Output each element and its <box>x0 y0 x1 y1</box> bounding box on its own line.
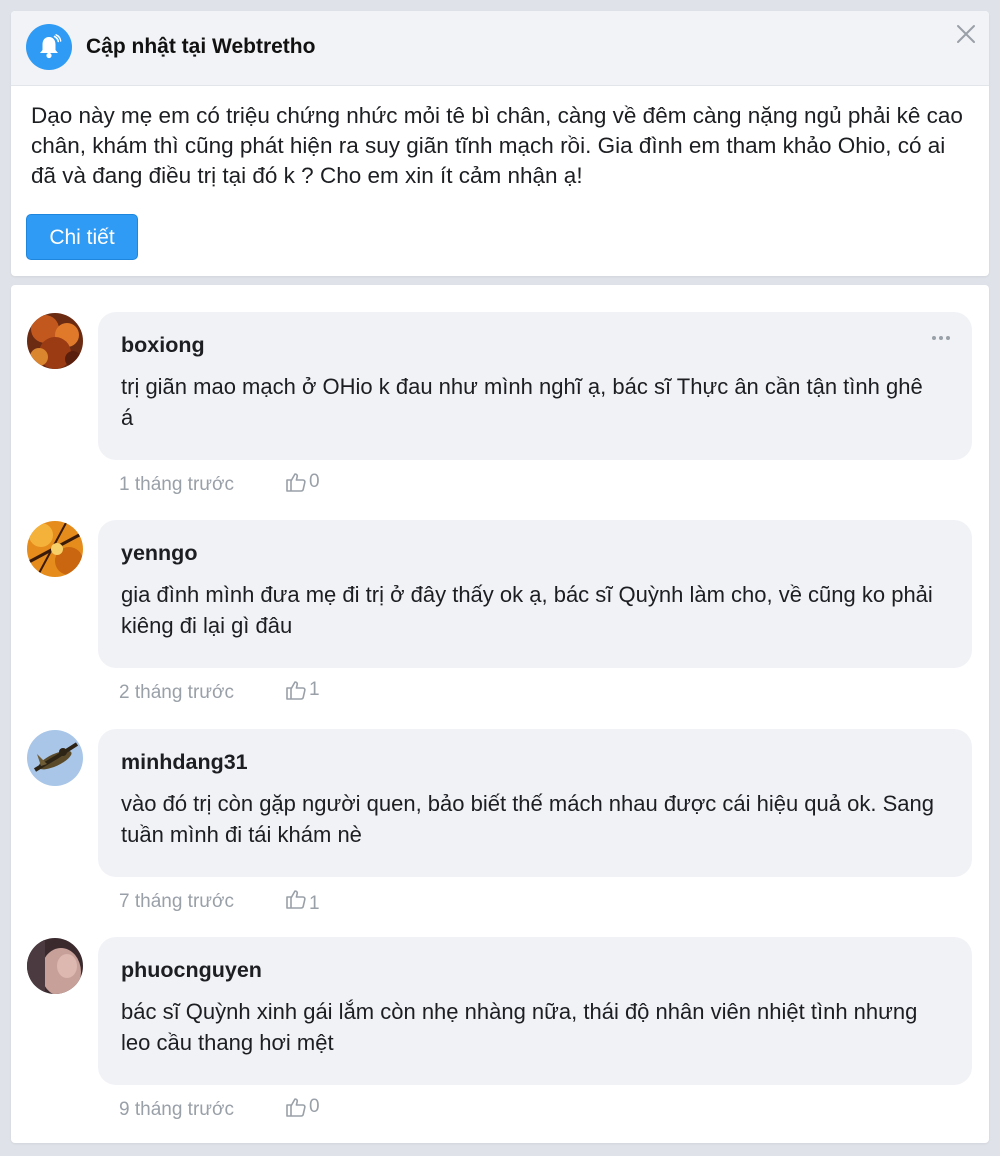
comment-text: trị giãn mao mạch ở OHio k đau như mình … <box>121 374 923 430</box>
comment-username[interactable]: phuocnguyen <box>121 958 262 983</box>
comment-username[interactable]: yenngo <box>121 541 197 566</box>
comment-text: bác sĩ Quỳnh xinh gái lắm còn nhẹ nhàng … <box>121 999 918 1055</box>
comment-time: 9 tháng trước <box>119 1099 234 1120</box>
notification-title: Cập nhật tại Webtretho <box>86 35 316 58</box>
more-options-icon[interactable] <box>932 336 950 340</box>
like-count: 1 <box>309 893 320 914</box>
notification-card: Cập nhật tại Webtretho Dạo này mẹ em có … <box>11 11 989 276</box>
comment-time: 2 tháng trước <box>119 682 234 703</box>
comment-bubble: phuocnguyen bác sĩ Quỳnh xinh gái lắm cò… <box>98 937 972 1085</box>
like-button[interactable]: 1 <box>285 888 320 914</box>
thumbs-up-icon <box>286 890 306 909</box>
comment-bubble: yenngo gia đình mình đưa mẹ đi trị ở đây… <box>98 520 972 668</box>
avatar[interactable] <box>27 521 83 577</box>
like-button[interactable]: 1 <box>285 679 320 701</box>
detail-button[interactable]: Chi tiết <box>26 214 138 260</box>
thumbs-up-icon <box>286 1098 306 1117</box>
comment-bubble: boxiong trị giãn mao mạch ở OHio k đau n… <box>98 312 972 460</box>
close-icon[interactable] <box>955 23 977 45</box>
avatar[interactable] <box>27 313 83 369</box>
comment-bubble: minhdang31 vào đó trị còn gặp người quen… <box>98 729 972 877</box>
comment-text: gia đình mình đưa mẹ đi trị ở đây thấy o… <box>121 582 933 638</box>
comments-list: boxiong trị giãn mao mạch ở OHio k đau n… <box>11 285 989 1143</box>
comment-text: vào đó trị còn gặp người quen, bảo biết … <box>121 791 934 847</box>
like-button[interactable]: 0 <box>285 471 320 493</box>
thumbs-up-icon <box>286 681 306 700</box>
notification-header: Cập nhật tại Webtretho <box>11 11 989 86</box>
thumbs-up-icon <box>286 473 306 492</box>
like-button[interactable]: 0 <box>285 1096 320 1118</box>
avatar[interactable] <box>27 938 83 994</box>
bell-icon <box>26 24 72 70</box>
comment-time: 1 tháng trước <box>119 474 234 495</box>
like-count: 0 <box>309 471 320 492</box>
notification-body: Dạo này mẹ em có triệu chứng nhức mỏi tê… <box>31 103 963 188</box>
like-count: 0 <box>309 1096 320 1117</box>
avatar[interactable] <box>27 730 83 786</box>
comment-username[interactable]: minhdang31 <box>121 750 248 775</box>
comment-time: 7 tháng trước <box>119 891 234 912</box>
comment-username[interactable]: boxiong <box>121 333 205 358</box>
like-count: 1 <box>309 679 320 700</box>
